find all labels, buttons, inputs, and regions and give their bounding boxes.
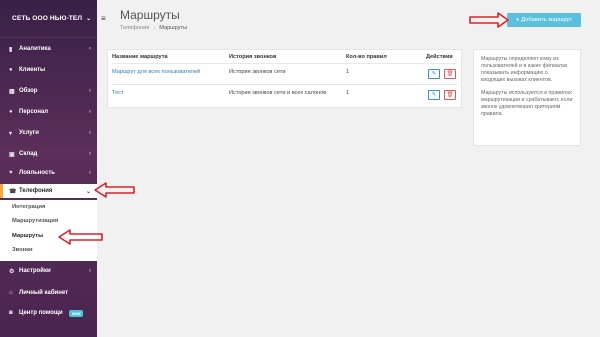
routes-table: Название маршрута История звонков Кол-во…: [107, 49, 462, 108]
box-icon: ▣: [9, 151, 15, 158]
gear-icon: ⚙: [9, 268, 15, 275]
chevron-left-icon: ‹: [89, 46, 91, 52]
edit-button[interactable]: ✎: [428, 90, 440, 100]
sidebar-item-label: Склад: [19, 151, 38, 157]
route-name-link[interactable]: Маршрут для всех пользователей: [112, 69, 200, 75]
brand-name: СЕТЬ ООО НЬЮ-ТЕЛ: [12, 15, 83, 22]
trash-icon: 🗑: [446, 92, 454, 98]
person-icon: ●: [9, 109, 13, 115]
heart-icon: ♥: [9, 170, 13, 176]
plus-icon: +: [515, 17, 520, 23]
sidebar-item-label: Центр помощи: [19, 310, 63, 316]
pencil-icon: ✎: [431, 92, 437, 98]
sidebar-item-label: Лояльность: [19, 170, 55, 176]
chevron-left-icon: ‹: [89, 88, 91, 94]
sidebar-item-label: Персонал: [19, 109, 49, 115]
chevron-down-icon: ⌄: [86, 16, 92, 22]
chevron-left-icon: ‹: [89, 268, 91, 274]
chevron-down-icon: ⌄: [85, 188, 91, 195]
submenu-item-routes[interactable]: Маршруты: [12, 233, 43, 239]
column-header-rules: Кол-во правил: [346, 54, 387, 60]
breadcrumb: Телефония › Маршруты: [120, 25, 187, 31]
home-icon: ⌂: [9, 290, 13, 296]
sidebar-item-label: Обзор: [19, 88, 38, 94]
submenu-item-integration[interactable]: Интеграция: [12, 204, 45, 210]
breadcrumb-item-current: Маршруты: [159, 25, 188, 31]
help-icon: ◙: [9, 310, 13, 316]
chevron-left-icon: ‹: [89, 151, 91, 157]
add-route-label: Добавить маршрут: [521, 17, 573, 23]
sidebar-item-label: Настройки: [19, 268, 51, 274]
breadcrumb-item-telephony[interactable]: Телефония: [120, 25, 149, 31]
sidebar-item-staff[interactable]: ● Персонал ‹: [0, 105, 97, 119]
delete-button[interactable]: 🗑: [444, 69, 456, 79]
submenu-item-calls[interactable]: Звонки: [12, 247, 33, 253]
sidebar-item-overview[interactable]: ▦ Обзор ‹: [0, 84, 97, 98]
sidebar-item-account[interactable]: ⌂ Личный кабинет: [0, 286, 97, 300]
route-history: История звонков сети и всех салонов: [229, 90, 327, 96]
column-header-history: История звонков: [229, 54, 277, 60]
chevron-left-icon: ‹: [89, 130, 91, 136]
sidebar-item-analytics[interactable]: ▮ Аналитика ‹: [0, 42, 97, 56]
route-rules-count: 1: [346, 69, 350, 75]
delete-button[interactable]: 🗑: [444, 90, 456, 100]
route-rules-count: 1: [346, 90, 350, 96]
column-header-actions: Действия: [426, 54, 453, 60]
brand-switcher[interactable]: СЕТЬ ООО НЬЮ-ТЕЛ ⌄: [0, 0, 97, 38]
menu-toggle-icon[interactable]: ≡: [101, 14, 106, 23]
phone-icon: ☎: [9, 188, 17, 195]
cart-icon: ▾: [9, 130, 13, 137]
page-title: Маршруты: [120, 8, 180, 22]
annotation-arrow: [58, 229, 103, 245]
row-divider: [112, 84, 457, 85]
grid-icon: ▦: [9, 88, 15, 95]
annotation-arrow: [469, 12, 509, 28]
sidebar-item-clients[interactable]: ● Клиенты: [0, 63, 97, 77]
route-history: История звонков сети: [229, 69, 286, 75]
sidebar-item-loyalty[interactable]: ♥ Лояльность ‹: [0, 166, 97, 180]
add-route-button[interactable]: + Добавить маршрут: [507, 13, 581, 27]
users-icon: ●: [9, 67, 13, 73]
route-name-link[interactable]: Тест: [112, 90, 124, 96]
sidebar-item-telephony[interactable]: ☎ Телефония ⌄: [0, 184, 97, 198]
column-header-name: Название маршрута: [112, 54, 168, 60]
submenu-item-routing[interactable]: Маршрутизация: [12, 218, 58, 224]
sidebar-item-services[interactable]: ▾ Услуги ‹: [0, 126, 97, 140]
new-badge: new: [68, 309, 84, 317]
annotation-arrow: [94, 182, 135, 198]
pencil-icon: ✎: [431, 71, 437, 77]
sidebar-item-label: Личный кабинет: [19, 290, 69, 296]
sidebar-item-help[interactable]: ◙ Центр помощи new: [0, 306, 97, 320]
sidebar-item-label: Услуги: [19, 130, 39, 136]
bar-chart-icon: ▮: [9, 46, 13, 53]
sidebar-item-warehouse[interactable]: ▣ Склад ‹: [0, 147, 97, 161]
sidebar-item-label: Клиенты: [19, 67, 46, 73]
edit-button[interactable]: ✎: [428, 69, 440, 79]
chevron-left-icon: ‹: [89, 109, 91, 115]
info-paragraph: Маршруты используются в правилах маршрут…: [481, 90, 573, 117]
header-divider: [112, 63, 457, 64]
sidebar-item-settings[interactable]: ⚙ Настройки ‹: [0, 264, 97, 278]
breadcrumb-separator: ›: [153, 25, 156, 31]
sidebar: СЕТЬ ООО НЬЮ-ТЕЛ ⌄ ▮ Аналитика ‹ ● Клиен…: [0, 0, 97, 337]
info-panel: Маршруты определяют кому из пользователе…: [473, 49, 581, 146]
info-paragraph: Маршруты определяют кому из пользователе…: [481, 56, 568, 83]
trash-icon: 🗑: [446, 71, 454, 77]
sidebar-item-label: Телефония: [19, 188, 53, 194]
chevron-left-icon: ‹: [89, 170, 91, 176]
sidebar-item-label: Аналитика: [19, 46, 51, 52]
